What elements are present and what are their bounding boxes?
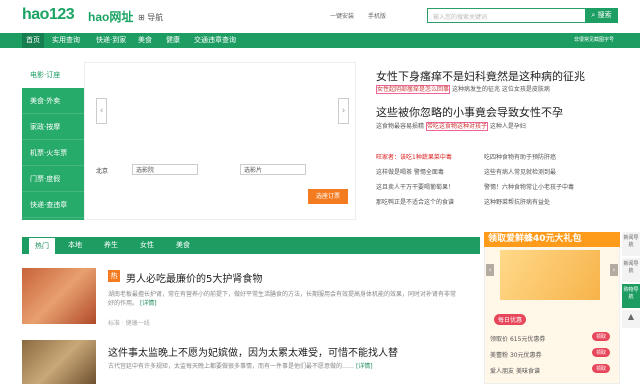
- search-input[interactable]: 输入您的搜索关键词: [427, 8, 585, 23]
- news-link[interactable]: 旺家者：该吃1种蔬果菜中毒: [376, 152, 452, 161]
- cinema-select[interactable]: 选影院: [132, 164, 198, 175]
- tab-hot[interactable]: 热门: [28, 237, 56, 254]
- topbar-link-install[interactable]: 一键安装: [330, 11, 354, 20]
- article-image[interactable]: [22, 268, 96, 324]
- nav-dropdown[interactable]: ⊞ 导航: [138, 12, 163, 23]
- ad-title[interactable]: 领取爱鲜蜂40元大礼包: [484, 232, 620, 247]
- deal-row: 爱人朋友 美味食谱: [490, 368, 540, 375]
- menu-item-ticket[interactable]: 机票·火车票: [22, 140, 84, 166]
- daily-deal-label: 每日优惠: [494, 314, 527, 325]
- news-sub-1[interactable]: 女性起阴部瘙痒是怎么回事 这种病发生的征兆 这位女孩是皮肤病: [376, 84, 550, 94]
- menu-item-express[interactable]: 快递·查违章: [22, 192, 84, 218]
- tab-food[interactable]: 美食: [170, 237, 196, 254]
- news-link[interactable]: 这样做是喝茶 警惕全面毒: [376, 167, 444, 176]
- hot-badge: 热: [108, 270, 120, 282]
- ad-next-button[interactable]: ›: [610, 264, 618, 276]
- claim-button[interactable]: 领取: [592, 364, 611, 373]
- nav-item-query[interactable]: 实用查询: [48, 33, 84, 48]
- sub-logo[interactable]: hao网址: [88, 8, 133, 25]
- carousel-prev-button[interactable]: ‹: [96, 98, 107, 124]
- logo[interactable]: hao123: [22, 6, 75, 24]
- scroll-top-icon[interactable]: ▲: [622, 310, 640, 328]
- menu-item-movie[interactable]: 电影·订座: [22, 62, 84, 88]
- article-meta: 标准 · 健康一线: [108, 320, 150, 327]
- article-desc: 湖南老板最擅长护肾，常在有营养小的前提下，做好平常生活膳食的方法，长期服用会有效…: [108, 291, 457, 307]
- news-link[interactable]: 这且卖人干万干要喝葡萄果！: [376, 182, 454, 191]
- news-link[interactable]: 吃四种食物有助于预防肝癌: [484, 152, 556, 161]
- tab-health[interactable]: 养生: [98, 237, 124, 254]
- service-menu: 电影·订座 美食·外卖 家政·按摩 机票·火车票 门票·度假 快递·查违章: [22, 62, 84, 220]
- news-link[interactable]: 那吃鸭正是不适合这个的食谱: [376, 197, 454, 206]
- news-sub-2[interactable]: 这食物最容易损精 带吃这食物这种对孩子 这种人是孕妇: [376, 121, 526, 131]
- carousel-next-button[interactable]: ›: [338, 98, 349, 124]
- movie-select[interactable]: 选影片: [240, 164, 306, 175]
- ad-image: [500, 250, 600, 300]
- news-link[interactable]: 这种野菜帮抗肝病有益处: [484, 197, 550, 206]
- menu-item-food[interactable]: 美食·外卖: [22, 88, 84, 114]
- deal-row: 美蕾粉 30元优惠券: [490, 352, 542, 359]
- menu-item-home[interactable]: 家政·按摩: [22, 114, 84, 140]
- menu-item-travel[interactable]: 门票·度假: [22, 166, 84, 192]
- news-link[interactable]: 警惕！六种食物常让小老孩子中毒: [484, 182, 574, 191]
- nav-item-health[interactable]: 健康: [162, 33, 184, 48]
- deal-row: 领取价 615元优惠券: [490, 336, 546, 343]
- side-tab[interactable]: 新闻导航: [622, 258, 640, 282]
- main-nav: 首页 实用查询 快递·到家 美食 健康 交通违章查询 非很常见截图字号: [0, 33, 640, 48]
- topbar-link-mobile[interactable]: 手机版: [368, 11, 386, 20]
- news-link[interactable]: 这些有病人常见就检测到最: [484, 167, 556, 176]
- article-title[interactable]: 这件事太监晚上不愿为妃嫔做，因为太累太难受，可惜不能找人替: [108, 344, 398, 359]
- claim-button[interactable]: 领取: [592, 348, 611, 357]
- article-title[interactable]: 男人必吃最廉价的5大护肾食物: [126, 270, 262, 285]
- nav-item-express[interactable]: 快递·到家: [92, 33, 130, 48]
- article-more-link[interactable]: [详情]: [140, 300, 157, 307]
- side-tab-active[interactable]: 购物导航: [622, 284, 640, 308]
- feed-tabs: 热门 本地 养生 女性 美食: [22, 237, 480, 254]
- nav-item-home[interactable]: 首页: [22, 33, 44, 48]
- side-tab[interactable]: 新闻导航: [622, 232, 640, 256]
- article-image[interactable]: [22, 340, 96, 384]
- tab-local[interactable]: 本地: [62, 237, 88, 254]
- search-icon: ⌕: [591, 11, 596, 19]
- article-desc: 古代宫廷中有许多规矩，太监每天晚上都要做很多事情，而有一件事是他们最不愿意做的……: [108, 363, 373, 370]
- ad-prev-button[interactable]: ‹: [486, 264, 494, 276]
- nav-right-text: 非很常见截图字号: [574, 37, 615, 43]
- nav-item-food[interactable]: 美食: [134, 33, 156, 48]
- city-select[interactable]: 北京: [96, 166, 108, 175]
- article-more-link[interactable]: [详情]: [356, 363, 373, 370]
- nav-item-traffic[interactable]: 交通违章查询: [190, 33, 240, 48]
- book-seat-button[interactable]: 选座订票: [308, 189, 348, 204]
- tab-women[interactable]: 女性: [134, 237, 160, 254]
- claim-button[interactable]: 领取: [592, 332, 611, 341]
- news-headline-2[interactable]: 这些被你忽略的小事竟会导致女性不孕: [376, 104, 563, 120]
- news-headline-1[interactable]: 女性下身瘙痒不是妇科竟然是这种病的征兆: [376, 68, 585, 84]
- search-button[interactable]: ⌕ 搜索: [585, 8, 618, 23]
